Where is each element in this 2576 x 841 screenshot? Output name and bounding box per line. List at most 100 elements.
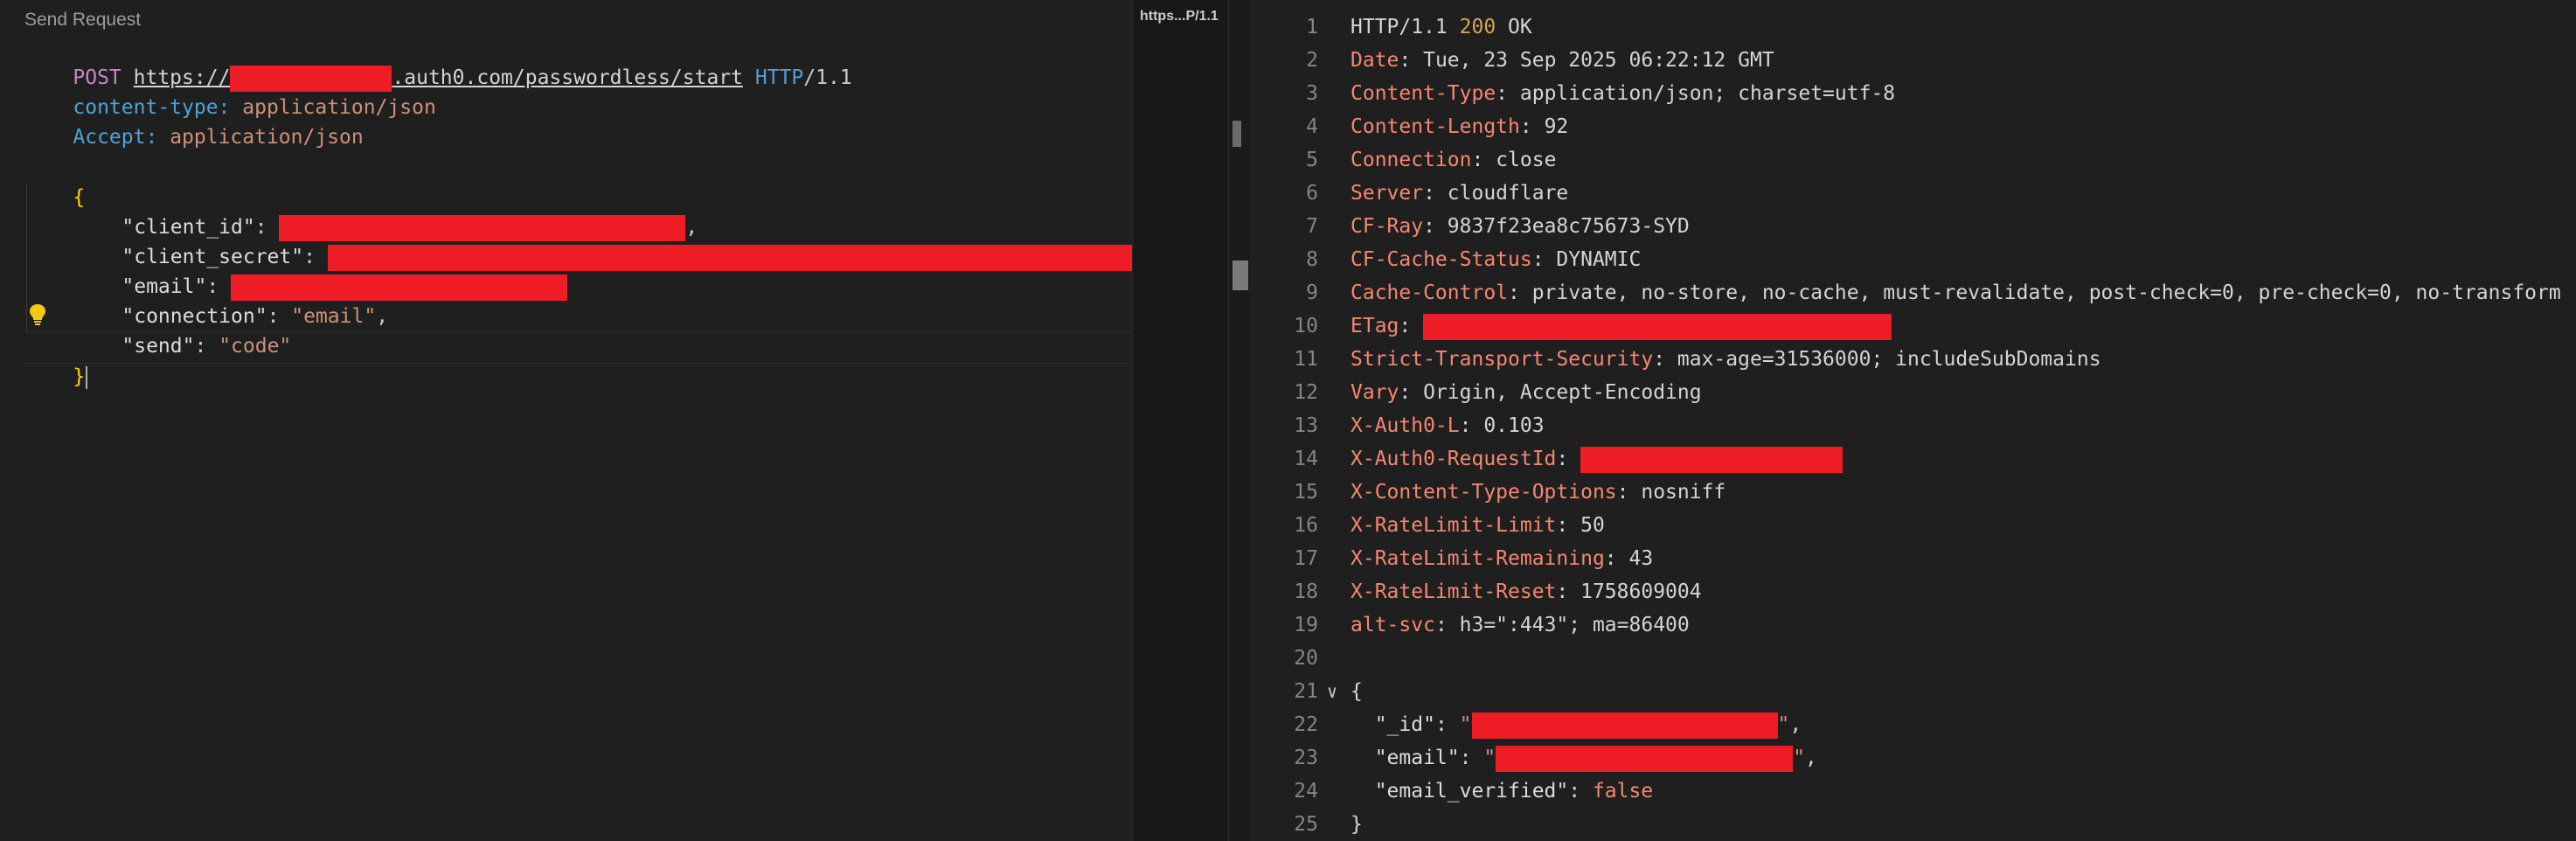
line-content: Connection: close bbox=[1350, 143, 1556, 177]
header-name: X-RateLimit-Limit bbox=[1350, 514, 1557, 537]
header-name: Accept: bbox=[73, 126, 158, 149]
text-cursor bbox=[86, 365, 88, 389]
colon: : bbox=[1459, 414, 1484, 437]
line-content: Cache-Control: private, no-store, no-cac… bbox=[1350, 276, 2561, 309]
response-line: 7 CF-Ray: 9837f23ea8c75673-SYD bbox=[1250, 210, 2576, 243]
colon: : bbox=[1434, 713, 1460, 736]
close-brace: } bbox=[1350, 813, 1363, 836]
header-value: 92 bbox=[1544, 115, 1569, 138]
header-name: Content-Length bbox=[1350, 115, 1520, 138]
json-value: "email" bbox=[291, 305, 377, 328]
body-field-client-id: "client_id": , bbox=[73, 183, 698, 241]
url-suffix: .auth0.com/passwordless/start bbox=[392, 66, 743, 89]
header-value: application/json; charset=utf-8 bbox=[1519, 82, 1896, 105]
response-line: 25} bbox=[1250, 808, 2576, 841]
colon: : bbox=[1423, 182, 1448, 205]
header-name: X-RateLimit-Remaining bbox=[1350, 547, 1605, 570]
lightbulb-icon[interactable] bbox=[28, 303, 47, 326]
line-content: "email": " ", bbox=[1350, 741, 1817, 775]
line-content: HTTP/1.1 200 OK bbox=[1350, 10, 1532, 44]
line-number: 13 bbox=[1294, 414, 1318, 437]
header-value: max-age=31536000; includeSubDomains bbox=[1677, 348, 2101, 371]
response-line: 12 Vary: Origin, Accept-Encoding bbox=[1250, 376, 2576, 409]
line-number: 11 bbox=[1294, 348, 1318, 371]
header-name: Server bbox=[1350, 182, 1424, 205]
response-line: 24 "email_verified": false bbox=[1250, 775, 2576, 808]
header-value: private, no-store, no-cache, must-revali… bbox=[1531, 281, 2561, 304]
open-brace: { bbox=[1350, 680, 1363, 703]
line-content: ETag: bbox=[1350, 309, 1892, 343]
scrollbar-thumb[interactable] bbox=[1232, 121, 1241, 147]
header-value: 0.103 bbox=[1483, 414, 1545, 437]
colon: : bbox=[1471, 149, 1496, 171]
line-content: "_id": " ", bbox=[1350, 708, 1802, 741]
json-key: "_id" bbox=[1350, 713, 1435, 736]
quote: " bbox=[1483, 747, 1496, 769]
request-protocol: HTTP bbox=[754, 66, 804, 89]
header-name: X-Auth0-L bbox=[1350, 414, 1460, 437]
body-close-brace: } bbox=[24, 332, 88, 389]
line-content: X-RateLimit-Limit: 50 bbox=[1350, 509, 1605, 542]
header-value: DYNAMIC bbox=[1556, 248, 1642, 271]
header-value: 1758609004 bbox=[1580, 580, 1702, 603]
request-editor[interactable]: Send Request POST https://.auth0.com/pas… bbox=[0, 0, 1132, 841]
json-key: "email_verified" bbox=[1350, 780, 1569, 803]
header-value: application/json bbox=[170, 126, 364, 149]
response-line: 22 "_id": " ", bbox=[1250, 708, 2576, 741]
chevron-down-icon[interactable]: ∨ bbox=[1327, 675, 1337, 708]
redacted-block bbox=[1580, 446, 1843, 473]
response-line: 1 HTTP/1.1 200 OK bbox=[1250, 10, 2576, 44]
header-name: Strict-Transport-Security bbox=[1350, 348, 1654, 371]
header-value: Origin, Accept-Encoding bbox=[1423, 381, 1702, 404]
response-line: 20 bbox=[1250, 642, 2576, 675]
response-line: 8 CF-Cache-Status: DYNAMIC bbox=[1250, 243, 2576, 276]
json-key: "email" bbox=[1350, 747, 1460, 769]
line-content: "email_verified": false bbox=[1350, 775, 1654, 808]
scrollbar-thumb-secondary[interactable] bbox=[1232, 261, 1248, 290]
response-viewer[interactable]: 1 HTTP/1.1 200 OK 2 Date: Tue, 23 Sep 2025 … bbox=[1250, 0, 2576, 841]
quote: " bbox=[1793, 747, 1806, 769]
header-line-content-type: content-type: application/json bbox=[24, 63, 435, 119]
header-value: nosniff bbox=[1641, 481, 1726, 504]
line-number: 9 bbox=[1306, 281, 1318, 304]
status-code: 200 bbox=[1459, 16, 1496, 38]
line-number: 14 bbox=[1294, 448, 1318, 470]
json-suffix: , bbox=[376, 305, 389, 328]
colon: : bbox=[1423, 215, 1448, 238]
line-number: 24 bbox=[1294, 780, 1318, 803]
colon: : bbox=[1556, 580, 1581, 603]
line-content: X-Content-Type-Options: nosniff bbox=[1350, 476, 1725, 509]
line-number: 20 bbox=[1294, 647, 1318, 670]
line-content: CF-Ray: 9837f23ea8c75673-SYD bbox=[1350, 210, 1690, 243]
line-number: 15 bbox=[1294, 481, 1318, 504]
send-request-codelens[interactable]: Send Request bbox=[24, 10, 141, 31]
body-field-client-secret: "client_secret": , bbox=[73, 212, 1132, 271]
quote: " bbox=[1777, 713, 1790, 736]
line-number: 4 bbox=[1306, 115, 1318, 138]
response-line: 4 Content-Length: 92 bbox=[1250, 110, 2576, 143]
header-name: Vary bbox=[1350, 381, 1399, 404]
body-field-send: "send": "code" bbox=[122, 335, 292, 358]
quote: " bbox=[1459, 713, 1472, 736]
line-content: alt-svc: h3=":443"; ma=86400 bbox=[1350, 608, 1690, 642]
colon: : bbox=[1568, 780, 1593, 803]
response-line: 5 Connection: close bbox=[1250, 143, 2576, 177]
line-number: 10 bbox=[1294, 315, 1318, 337]
response-line: 19 alt-svc: h3=":443"; ma=86400 bbox=[1250, 608, 2576, 642]
header-value: 9837f23ea8c75673-SYD bbox=[1447, 215, 1690, 238]
line-number: 18 bbox=[1294, 580, 1318, 603]
line-number: 6 bbox=[1306, 182, 1318, 205]
response-line: 15 X-Content-Type-Options: nosniff bbox=[1250, 476, 2576, 509]
header-value: close bbox=[1496, 149, 1557, 171]
response-tab[interactable]: https...P/1.1 bbox=[1140, 9, 1219, 24]
header-value: cloudflare bbox=[1447, 182, 1569, 205]
header-name: X-Auth0-RequestId bbox=[1350, 448, 1557, 470]
line-number: 2 bbox=[1306, 49, 1318, 72]
response-line: 18 X-RateLimit-Reset: 1758609004 bbox=[1250, 575, 2576, 608]
response-line: 13 X-Auth0-L: 0.103 bbox=[1250, 409, 2576, 442]
header-value: Tue, 23 Sep 2025 06:22:12 GMT bbox=[1423, 49, 1774, 72]
json-value: false bbox=[1592, 780, 1654, 803]
colon: : bbox=[1531, 248, 1557, 271]
colon: : bbox=[1508, 281, 1532, 304]
line-content: X-RateLimit-Remaining: 43 bbox=[1350, 542, 1653, 575]
